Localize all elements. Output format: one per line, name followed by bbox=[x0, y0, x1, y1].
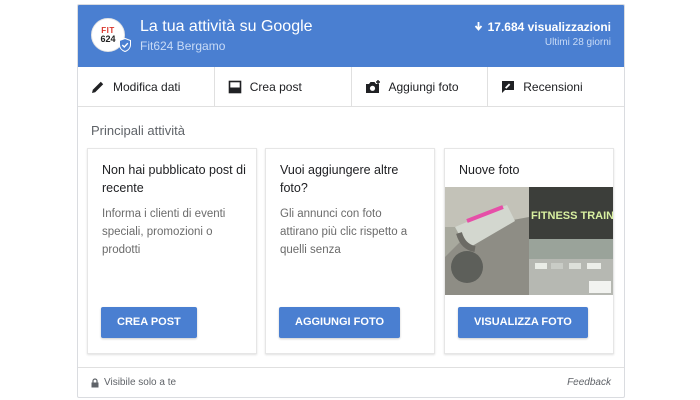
activity-panel: FIT 624 La tua attività su Google Fit624… bbox=[77, 4, 625, 398]
reviews-button[interactable]: Recensioni bbox=[488, 67, 624, 106]
reviews-label: Recensioni bbox=[523, 79, 583, 94]
arrow-down-icon bbox=[474, 22, 482, 31]
photo-thumbnail-gym-exterior[interactable]: FITNESS TRAINER bbox=[529, 187, 613, 295]
card-new-photos: Nuove foto FITNESS TRAI VISUALIZZA FOTO bbox=[444, 148, 614, 354]
action-toolbar: Modifica dati Crea post Aggiungi foto Re… bbox=[78, 67, 624, 107]
card-title: Non hai pubblicato post di recente bbox=[102, 163, 246, 195]
add-photo-button[interactable]: Aggiungi foto bbox=[352, 67, 489, 106]
pencil-icon bbox=[92, 81, 104, 93]
views-period: Ultimi 28 giorni bbox=[544, 37, 611, 48]
activity-cards: Non hai pubblicato post di recente Infor… bbox=[87, 148, 614, 354]
card-description: Gli annunci con foto attirano più clic r… bbox=[280, 208, 408, 256]
sign-text: FITNESS TRAINER bbox=[531, 210, 613, 222]
add-photo-cta[interactable]: AGGIUNGI FOTO bbox=[279, 307, 401, 338]
views-count: 17.684 visualizzazioni bbox=[487, 20, 611, 34]
visibility-notice: Visibile solo a te bbox=[91, 377, 176, 388]
gym-exterior-image: FITNESS TRAINER bbox=[529, 187, 613, 295]
card-add-photos: Vuoi aggiungere altre foto? Gli annunci … bbox=[265, 148, 435, 354]
lock-icon bbox=[91, 377, 99, 387]
section-title: Principali attività bbox=[91, 123, 185, 138]
gym-equipment-image bbox=[445, 187, 529, 295]
view-photos-cta[interactable]: VISUALIZZA FOTO bbox=[458, 307, 588, 338]
business-name-link[interactable]: Fit624 Bergamo bbox=[140, 39, 225, 53]
edit-info-button[interactable]: Modifica dati bbox=[78, 67, 215, 106]
verified-shield-icon bbox=[119, 38, 131, 52]
create-post-label: Crea post bbox=[249, 79, 302, 94]
edit-info-label: Modifica dati bbox=[113, 79, 181, 94]
card-title: Nuove foto bbox=[459, 163, 520, 177]
logo-text-bottom: 624 bbox=[100, 33, 116, 44]
photo-thumbnail-gym-equipment[interactable] bbox=[445, 187, 529, 295]
panel-title: La tua attività su Google bbox=[140, 18, 313, 35]
panel-footer: Visibile solo a te Feedback bbox=[78, 367, 624, 397]
create-post-button[interactable]: Crea post bbox=[215, 67, 352, 106]
card-create-post: Non hai pubblicato post di recente Infor… bbox=[87, 148, 257, 354]
visibility-label: Visibile solo a te bbox=[104, 377, 177, 388]
feedback-link[interactable]: Feedback bbox=[567, 377, 611, 388]
add-photo-label: Aggiungi foto bbox=[388, 79, 459, 94]
panel-header: FIT 624 La tua attività su Google Fit624… bbox=[78, 5, 624, 67]
views-stat[interactable]: 17.684 visualizzazioni bbox=[474, 20, 611, 34]
post-icon bbox=[228, 80, 242, 93]
camera-add-icon bbox=[365, 79, 380, 93]
card-title: Vuoi aggiungere altre foto? bbox=[280, 163, 399, 195]
review-icon bbox=[502, 80, 515, 93]
photo-thumbnails[interactable]: FITNESS TRAINER bbox=[445, 187, 613, 295]
card-description: Informa i clienti di eventi speciali, pr… bbox=[102, 208, 226, 256]
create-post-cta[interactable]: CREA POST bbox=[101, 307, 197, 338]
